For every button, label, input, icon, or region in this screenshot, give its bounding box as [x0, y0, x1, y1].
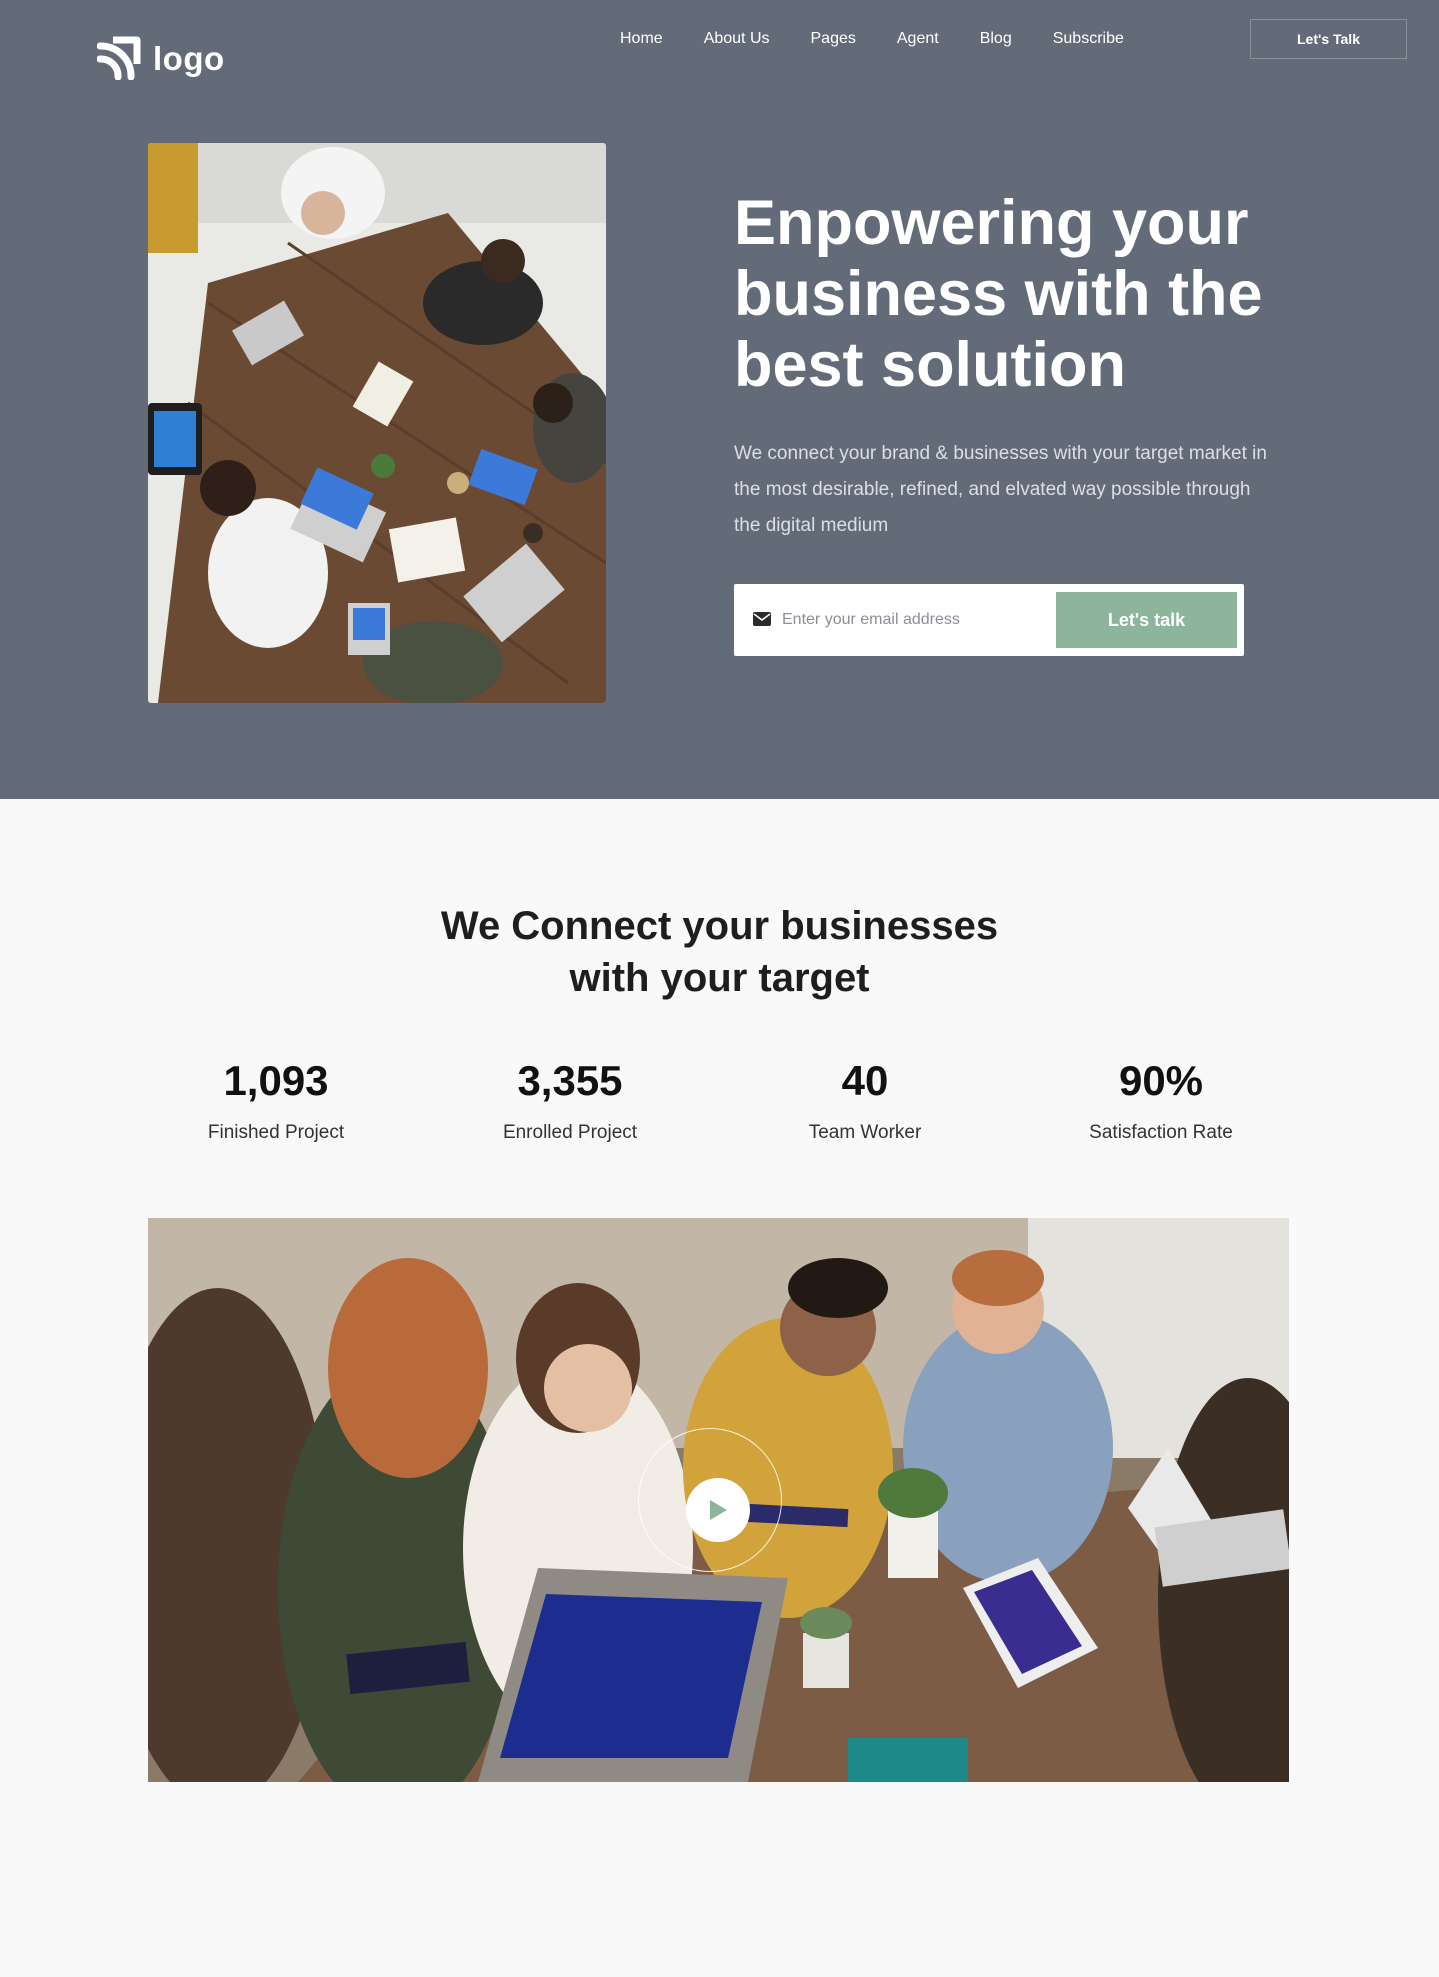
envelope-icon: [753, 612, 771, 626]
main-nav: Home About Us Pages Agent Blog Subscribe: [620, 29, 1124, 49]
stat-label: Team Worker: [808, 1122, 922, 1143]
lets-talk-header-button[interactable]: Let's Talk: [1250, 19, 1407, 59]
stat-label: Finished Project: [207, 1122, 345, 1143]
email-input[interactable]: [782, 602, 1042, 638]
hero-team-photo: [148, 143, 606, 703]
stat-value: 3,355: [517, 1057, 623, 1104]
stat-label: Enrolled Project: [502, 1122, 638, 1143]
hero-description: We connect your brand & businesses with …: [734, 443, 1267, 536]
play-icon: [710, 1500, 727, 1520]
stat-team-worker: 40 Team Worker: [735, 1055, 995, 1145]
logo-mark-icon: [97, 36, 141, 80]
nav-blog[interactable]: Blog: [980, 29, 1012, 49]
stat-enrolled-project: 3,355 Enrolled Project: [440, 1055, 700, 1145]
stat-value: 90%: [1118, 1057, 1204, 1104]
nav-home[interactable]: Home: [620, 29, 663, 49]
hero-section: logo Home About Us Pages Agent Blog Subs…: [0, 0, 1439, 799]
nav-agent[interactable]: Agent: [897, 29, 939, 49]
stat-value: 1,093: [223, 1057, 329, 1104]
nav-pages[interactable]: Pages: [811, 29, 856, 49]
stat-value: 40: [841, 1057, 889, 1104]
team-video: [148, 1218, 1289, 1782]
email-subscribe-form: Let's talk: [734, 584, 1244, 656]
stat-finished-project: 1,093 Finished Project: [146, 1055, 406, 1145]
nav-about-us[interactable]: About Us: [704, 29, 770, 49]
logo[interactable]: logo: [97, 36, 225, 80]
logo-text: logo: [153, 39, 225, 77]
hero-title: Enpowering your business with the best s…: [734, 188, 1263, 400]
lets-talk-submit-button[interactable]: Let's talk: [1056, 592, 1237, 648]
stats-section-title: We Connect your businesses with your tar…: [440, 904, 999, 1000]
stat-satisfaction-rate: 90% Satisfaction Rate: [1031, 1055, 1291, 1145]
play-video-button[interactable]: [686, 1478, 750, 1542]
stat-label: Satisfaction Rate: [1089, 1122, 1233, 1143]
nav-subscribe[interactable]: Subscribe: [1053, 29, 1124, 49]
